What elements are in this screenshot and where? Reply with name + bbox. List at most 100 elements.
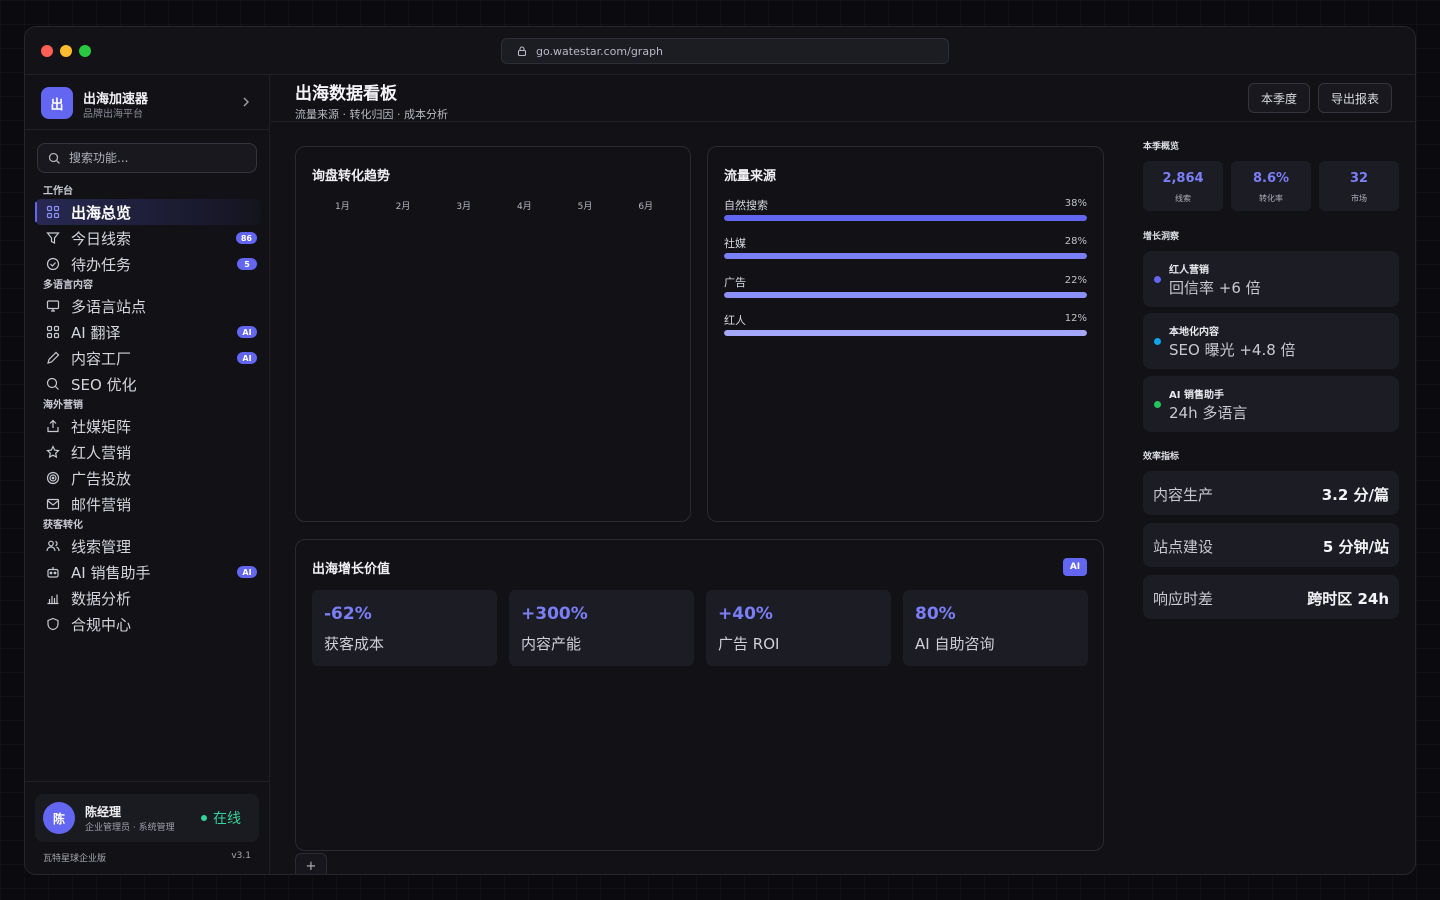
progress-fill: [724, 253, 1087, 259]
pen-icon: [45, 350, 61, 366]
search-box[interactable]: [37, 143, 257, 173]
sidebar-item-ai-sales[interactable]: AI 销售助手 AI: [35, 559, 261, 585]
star-icon: [45, 444, 61, 460]
sidebar-item-overview[interactable]: 出海总览: [35, 199, 261, 225]
stat-value: -62%: [324, 604, 372, 624]
traffic-percent: 38%: [1064, 198, 1087, 209]
card-title: 流量来源: [724, 169, 777, 184]
sidebar-item-label: 红人营销: [71, 443, 132, 462]
insight-card[interactable]: 红人营销 回信率 +6 倍: [1143, 251, 1399, 307]
kpi-value: 32: [1349, 171, 1369, 186]
progress-fill: [724, 292, 1087, 298]
insight-desc: 24h 多语言: [1169, 404, 1248, 422]
progress-fill: [724, 215, 1087, 221]
metric-value: 3.2 分/篇: [1321, 486, 1389, 504]
sidebar-item-label: 今日线索: [71, 229, 132, 248]
brand-logo: 出: [41, 87, 73, 119]
sidebar-item-seo[interactable]: SEO 优化: [35, 371, 261, 397]
metric-row: 站点建设 5 分钟/站: [1143, 523, 1399, 567]
lock-icon: [517, 46, 527, 57]
progress-fill: [724, 330, 1087, 336]
status-dot: [1154, 401, 1161, 408]
edition-label: 瓦特星球企业版: [43, 854, 107, 864]
month-label: 2月: [395, 202, 411, 212]
stat-label: 广告 ROI: [718, 635, 780, 653]
nav-section-title: 多语言内容: [43, 280, 93, 291]
traffic-source-card: 流量来源 自然搜索 38% 社媒 28% 广告 22% 红人 12%: [707, 146, 1104, 522]
kpi-label: 转化率: [1259, 194, 1283, 203]
kpi-label: 市场: [1351, 194, 1367, 203]
sidebar-item-label: 合规中心: [71, 615, 132, 634]
monitor-icon: [45, 298, 61, 314]
sidebar-item-analytics[interactable]: 数据分析: [35, 585, 261, 611]
brand-subtitle: 品牌出海平台: [83, 109, 143, 120]
address-url: go.watestar.com/graph: [536, 44, 664, 58]
sidebar-item-multilingual-sites[interactable]: 多语言站点: [35, 293, 261, 319]
sidebar-item-ads[interactable]: 广告投放: [35, 465, 261, 491]
traffic-label: 自然搜索: [724, 199, 768, 212]
browser-titlebar: go.watestar.com/graph: [25, 27, 1415, 75]
ai-badge: AI: [1063, 558, 1087, 576]
month-label: 1月: [334, 202, 350, 212]
sidebar-item-todo[interactable]: 待办任务 5: [35, 251, 261, 277]
traffic-percent: 28%: [1064, 236, 1087, 247]
sidebar-nav: 工作台 出海总览 今日线索 86 待办任务 5 多语言内容 多语言站点 AI 翻…: [35, 183, 261, 637]
maximize-window-button[interactable]: [79, 45, 91, 57]
sidebar-item-label: 数据分析: [71, 589, 132, 608]
metric-label: 站点建设: [1153, 538, 1214, 556]
sidebar-item-compliance[interactable]: 合规中心: [35, 611, 261, 637]
section-title: 本季概览: [1143, 142, 1180, 152]
month-label: 3月: [456, 202, 472, 212]
user-card[interactable]: 陈 陈经理 企业管理员 · 系统管理 在线: [35, 794, 259, 842]
export-report-button[interactable]: 导出报表: [1318, 83, 1392, 113]
grid-icon: [45, 204, 61, 220]
stat-card: -62% 获客成本: [312, 590, 497, 666]
stat-label: 获客成本: [324, 635, 385, 653]
sidebar-item-label: 社媒矩阵: [71, 417, 132, 436]
metric-label: 响应时差: [1153, 590, 1214, 608]
sidebar-item-leads-today[interactable]: 今日线索 86: [35, 225, 261, 251]
section-title: 效率指标: [1143, 452, 1180, 462]
sidebar-item-label: 内容工厂: [71, 349, 132, 368]
add-widget-button[interactable]: +: [295, 853, 327, 874]
sidebar-item-influencer[interactable]: 红人营销: [35, 439, 261, 465]
stat-card: +40% 广告 ROI: [706, 590, 891, 666]
ai-badge: AI: [237, 352, 257, 364]
sidebar-item-social[interactable]: 社媒矩阵: [35, 413, 261, 439]
sidebar-item-label: AI 翻译: [71, 323, 121, 342]
metric-label: 内容生产: [1153, 486, 1214, 504]
minimize-window-button[interactable]: [60, 45, 72, 57]
mail-icon: [45, 496, 61, 512]
bot-icon: [45, 564, 61, 580]
address-bar[interactable]: go.watestar.com/graph: [501, 38, 949, 64]
stat-label: AI 自助咨询: [915, 635, 995, 653]
sidebar-item-leads[interactable]: 线索管理: [35, 533, 261, 559]
close-window-button[interactable]: [41, 45, 53, 57]
nav-section-title: 海外营销: [43, 400, 83, 411]
month-label: 6月: [638, 202, 654, 212]
share-icon: [45, 418, 61, 434]
users-icon: [45, 538, 61, 554]
insight-card[interactable]: AI 销售助手 24h 多语言: [1143, 376, 1399, 432]
sidebar-item-content-factory[interactable]: 内容工厂 AI: [35, 345, 261, 371]
app-window: go.watestar.com/graph 出 出海加速器 品牌出海平台 工作台…: [24, 26, 1416, 875]
kpi-card: 32 市场: [1319, 161, 1399, 211]
status-dot: [1154, 276, 1161, 283]
count-badge: 86: [235, 232, 257, 244]
sidebar: 出 出海加速器 品牌出海平台 工作台 出海总览 今日线索 86 待: [25, 75, 270, 874]
search-icon: [48, 152, 60, 164]
search-input[interactable]: [69, 151, 249, 165]
brand-switcher[interactable]: 出 出海加速器 品牌出海平台: [41, 87, 253, 120]
bar-chart-icon: [45, 590, 61, 606]
metric-row: 响应时差 跨时区 24h: [1143, 575, 1399, 619]
insight-card[interactable]: 本地化内容 SEO 曝光 +4.8 倍: [1143, 313, 1399, 369]
sidebar-item-ai-translate[interactable]: AI 翻译 AI: [35, 319, 261, 345]
target-icon: [45, 470, 61, 486]
card-title: 出海增长价值: [312, 562, 391, 577]
quarter-filter-button[interactable]: 本季度: [1248, 83, 1310, 113]
divider: [25, 129, 269, 130]
nav-section-title: 获客转化: [43, 520, 83, 531]
sidebar-item-email[interactable]: 邮件营销: [35, 491, 261, 517]
sidebar-item-label: 多语言站点: [71, 297, 147, 316]
metric-value: 5 分钟/站: [1322, 538, 1389, 556]
